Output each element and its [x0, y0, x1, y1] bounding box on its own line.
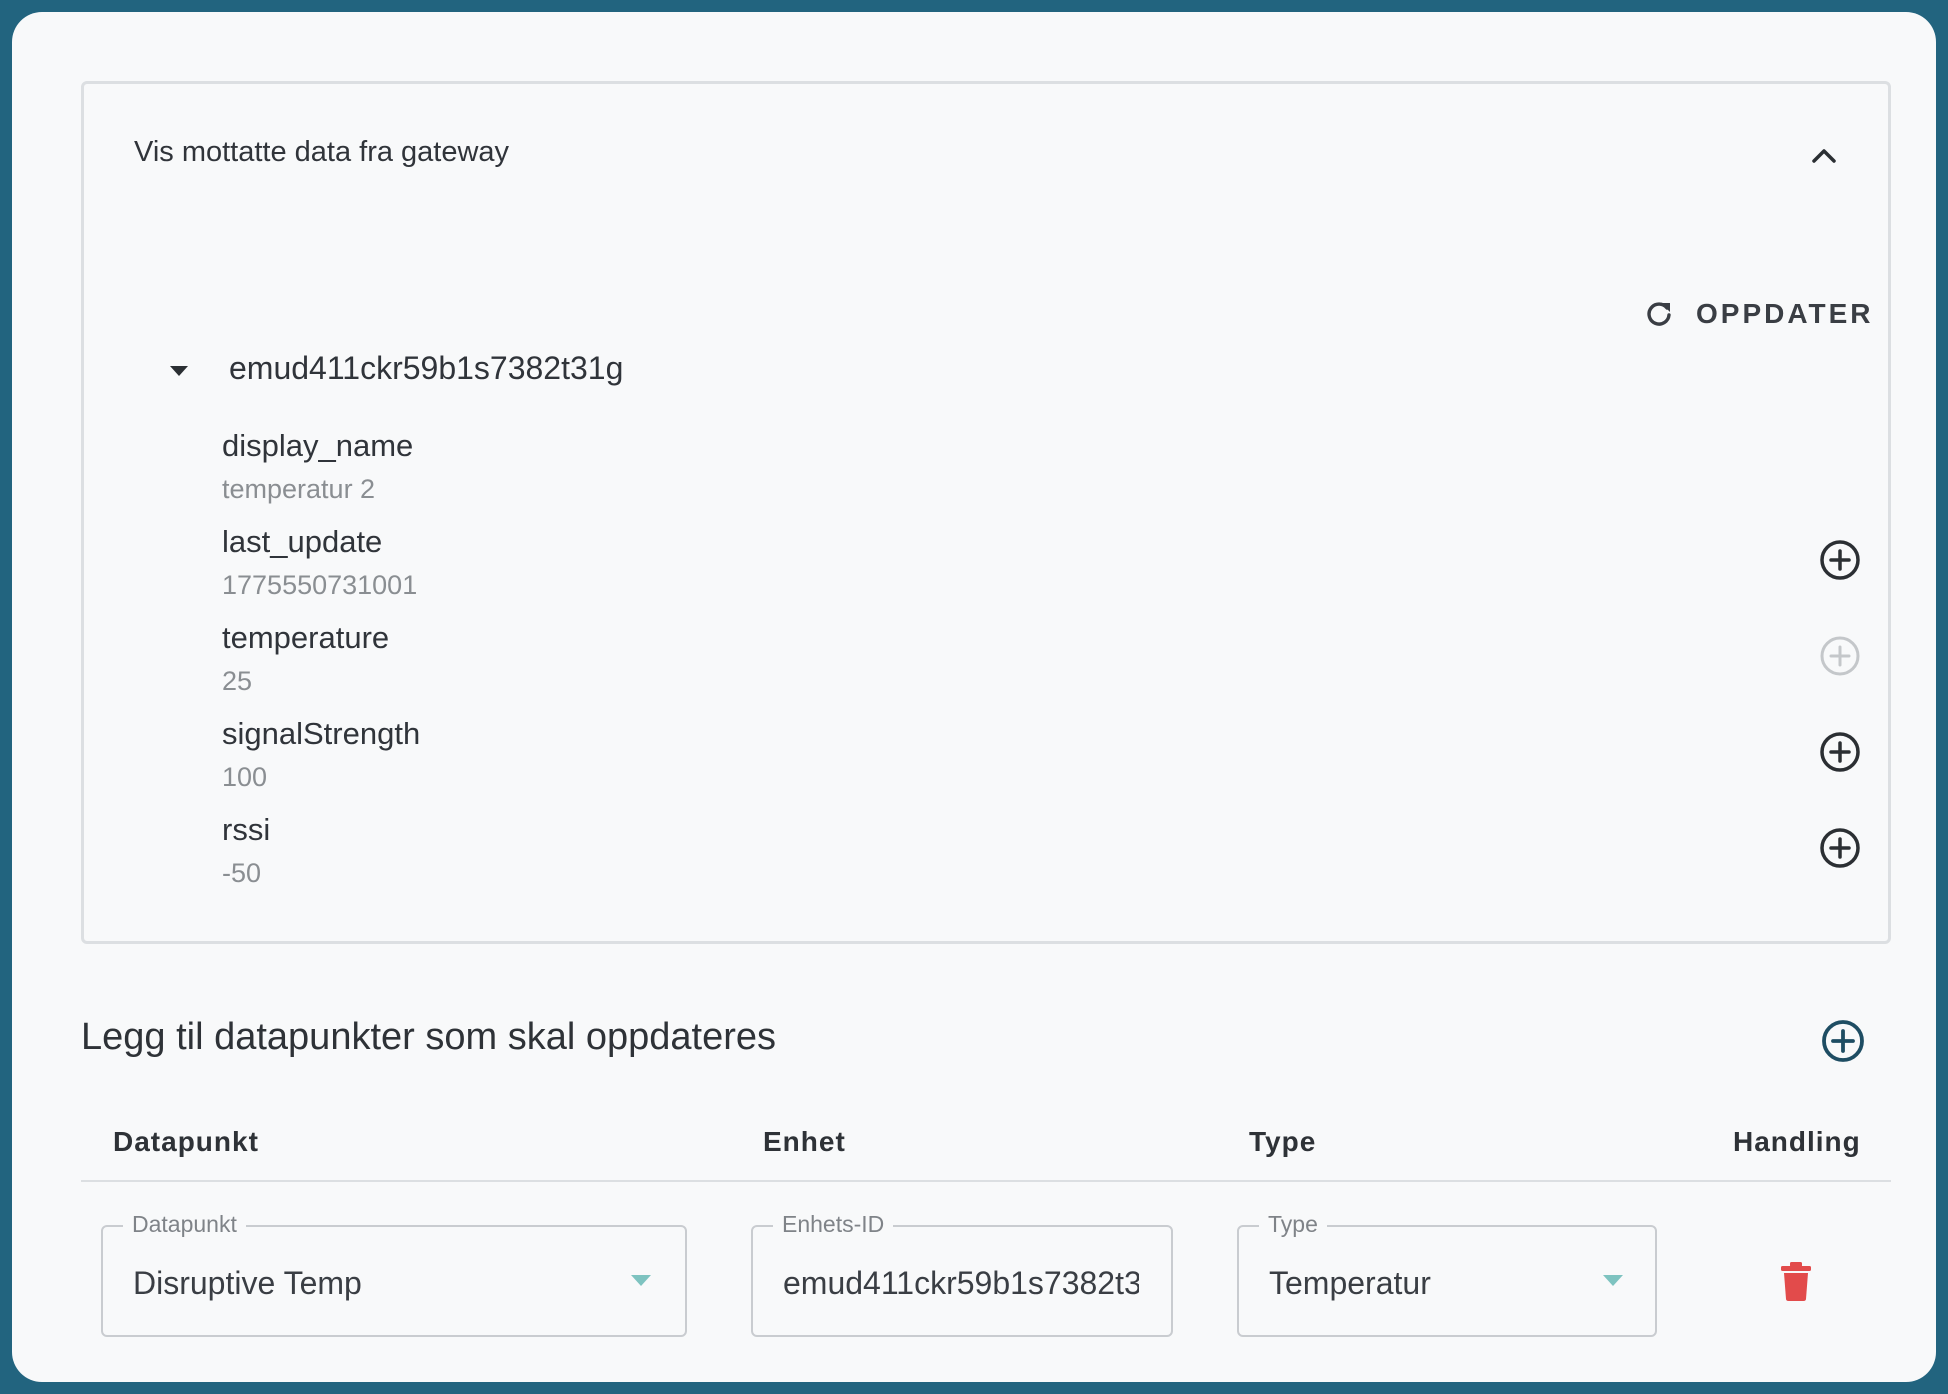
- datapoint-row-signal-strength: signalStrength 100: [222, 716, 1862, 806]
- datapoint-key: temperature: [222, 620, 390, 655]
- datapunkt-select[interactable]: Datapunkt Disruptive Temp: [101, 1211, 687, 1337]
- panel-header[interactable]: Vis mottatte data fra gateway: [84, 84, 1888, 214]
- datapoint-key: last_update: [222, 524, 383, 559]
- datapoint-value: 100: [222, 762, 268, 792]
- column-header-handling: Handling: [1733, 1126, 1861, 1157]
- datapoint-key: display_name: [222, 428, 414, 463]
- type-legend: Type: [1259, 1211, 1327, 1238]
- section-title: Legg til datapunkter som skal oppdateres: [81, 1016, 776, 1058]
- datapoint-value: 1775550731001: [222, 570, 418, 600]
- chevron-down-icon: [1603, 1275, 1623, 1286]
- device-node-label[interactable]: emud411ckr59b1s7382t31g: [229, 350, 623, 387]
- main-card: Vis mottatte data fra gateway OPPDATER e…: [12, 12, 1936, 1382]
- datapoint-value: 25: [222, 666, 253, 696]
- enhets-id-field[interactable]: Enhets-ID emud411ckr59b1s7382t31g: [751, 1211, 1173, 1337]
- datapoint-row-display-name: display_name temperatur 2: [222, 428, 1862, 518]
- chevron-down-icon: [631, 1275, 651, 1286]
- add-datapoint-icon[interactable]: [1820, 1018, 1866, 1064]
- datapoint-row-rssi: rssi -50: [222, 812, 1862, 902]
- datapoint-key: signalStrength: [222, 716, 421, 751]
- table-header: Datapunkt Enhet Type Handling: [81, 1112, 1891, 1182]
- gateway-data-panel: Vis mottatte data fra gateway OPPDATER e…: [81, 81, 1891, 944]
- column-header-datapunkt: Datapunkt: [113, 1126, 259, 1157]
- refresh-button[interactable]: OPPDATER: [1644, 284, 1874, 344]
- enhets-id-legend: Enhets-ID: [773, 1211, 894, 1238]
- caret-down-icon[interactable]: [164, 356, 194, 386]
- add-circle-icon-disabled: [1820, 636, 1860, 676]
- add-circle-icon[interactable]: [1818, 730, 1862, 774]
- type-select[interactable]: Type Temperatur: [1237, 1211, 1657, 1337]
- datapoint-value: -50: [222, 858, 262, 888]
- panel-title: Vis mottatte data fra gateway: [134, 136, 510, 168]
- refresh-icon: [1647, 302, 1671, 326]
- datapoint-row-last-update: last_update 1775550731001: [222, 524, 1862, 614]
- datapunkt-legend: Datapunkt: [123, 1211, 246, 1238]
- datapunkt-value: Disruptive Temp: [133, 1265, 362, 1301]
- enhets-id-value: emud411ckr59b1s7382t31g: [783, 1265, 1139, 1301]
- column-header-enhet: Enhet: [763, 1126, 846, 1157]
- refresh-label: OPPDATER: [1696, 298, 1874, 329]
- column-header-type: Type: [1249, 1126, 1317, 1157]
- chevron-up-icon[interactable]: [1804, 139, 1844, 169]
- datapoint-row-temperature: temperature 25: [222, 620, 1862, 710]
- datapoint-value: temperatur 2: [222, 474, 376, 504]
- datapoint-key: rssi: [222, 812, 271, 847]
- trash-icon[interactable]: [1780, 1261, 1812, 1301]
- type-value: Temperatur: [1269, 1265, 1431, 1301]
- add-circle-icon[interactable]: [1818, 826, 1862, 870]
- add-circle-icon[interactable]: [1818, 538, 1862, 582]
